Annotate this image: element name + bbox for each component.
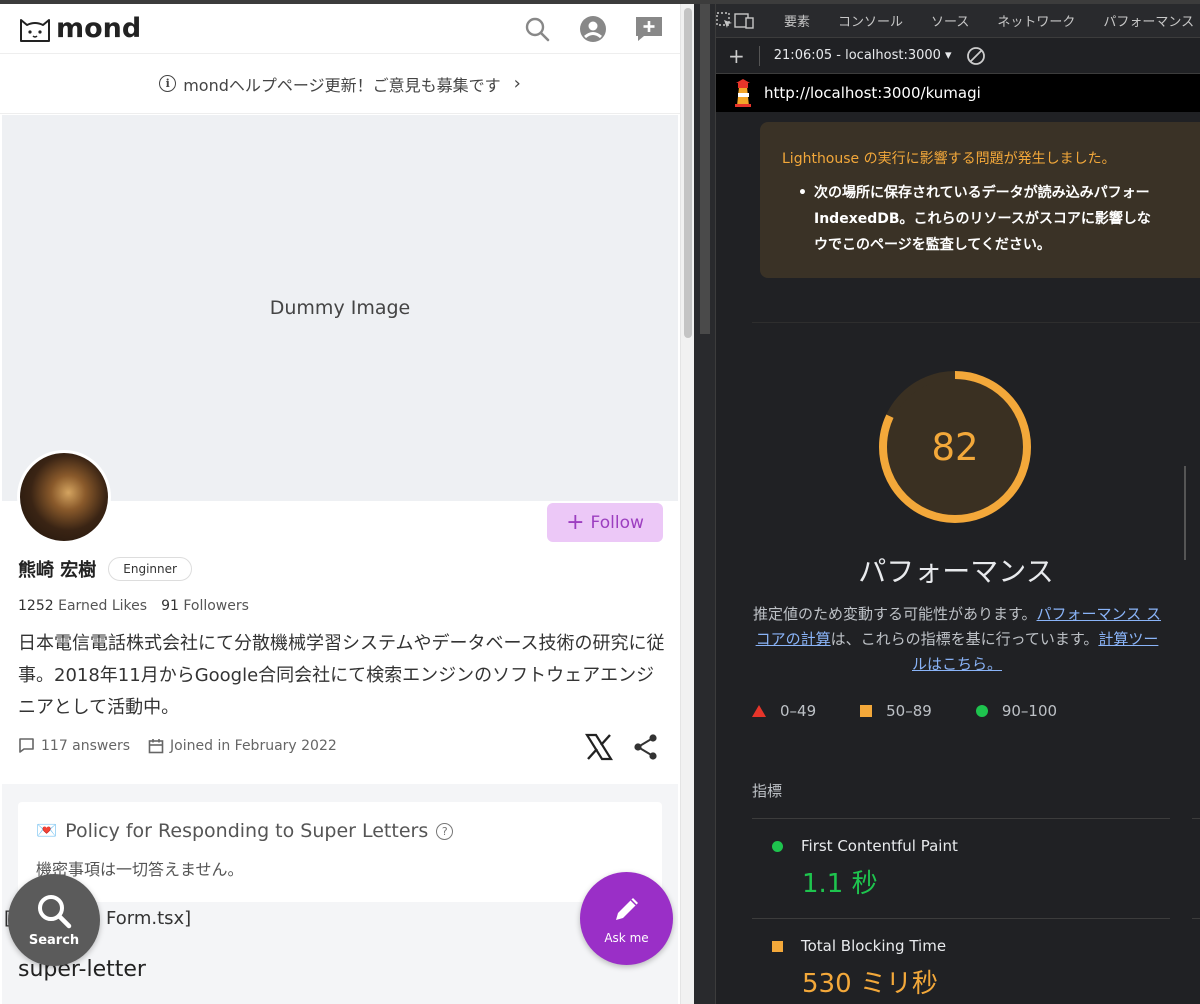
metrics-heading: 指標 <box>752 782 783 800</box>
metric-value: 530 ミリ秒 <box>802 969 938 999</box>
app-scrollbar[interactable] <box>680 4 694 1004</box>
warning-title: Lighthouse の実行に影響する問題が発生しました。 <box>782 151 1116 167</box>
share-icon[interactable] <box>632 733 660 761</box>
notice-text: mondヘルプページ更新！ご意見も募集です <box>183 75 501 95</box>
tab-sources[interactable]: ソース <box>917 11 983 30</box>
new-post-icon[interactable] <box>632 12 666 46</box>
policy-body: 機密事項は一切答えません。 <box>36 860 244 879</box>
lighthouse-toolbar: + 21:06:05 - localhost:3000 ▾ <box>716 38 1200 74</box>
report-url-bar: http://localhost:3000/kumagi <box>716 74 1200 112</box>
lighthouse-warning: Lighthouse の実行に影響する問題が発生しました。 次の場所に保存されて… <box>760 122 1200 278</box>
profile-bio: 日本電信電話株式会社にて分散機械学習システムやデータベース技術の研究に従事。20… <box>18 633 665 718</box>
earned-likes: 1252 Earned Likes <box>18 598 148 614</box>
followers-count[interactable]: 91 Followers <box>161 598 249 614</box>
search-icon[interactable] <box>520 12 554 46</box>
app-content: mond i mondヘルプページ更新！ご意見も募集です › Dummy Ima… <box>0 4 680 1004</box>
category-title: パフォーマンス <box>858 555 1054 588</box>
score-description: 推定値のため変動する可能性があります。パフォーマンス スコアの計算は、これらの指… <box>753 605 1161 673</box>
help-notice-banner[interactable]: i mondヘルプページ更新！ご意見も募集です › <box>0 54 680 114</box>
x-twitter-icon[interactable] <box>584 732 614 762</box>
tab-network[interactable]: ネットワーク <box>983 11 1089 30</box>
metric-first-contentful-paint: First Contentful Paint 1.1 秒 <box>772 837 958 900</box>
warning-detail: 次の場所に保存されているデータが読み込みパフォー IndexedDB。これらのリ… <box>798 180 1200 258</box>
cat-logo-icon <box>20 18 50 42</box>
devtools-tab-bar: 要素 コンソール ソース ネットワーク パフォーマンス <box>716 4 1200 38</box>
profile-tag[interactable]: Enginner <box>108 557 192 581</box>
devtools-panel: 要素 コンソール ソース ネットワーク パフォーマンス + 21:06:05 -… <box>694 4 1200 1004</box>
score-legend: 0–49 50–89 90–100 <box>752 702 1192 720</box>
follow-button[interactable]: + Follow <box>547 503 663 542</box>
ask-me-label: Ask me <box>604 930 649 945</box>
clear-icon[interactable] <box>966 46 986 66</box>
logo[interactable]: mond <box>18 13 141 44</box>
answers-count: 117 answers <box>18 737 130 754</box>
calendar-icon <box>148 738 164 753</box>
mond-app: mond i mondヘルプページ更新！ご意見も募集です › Dummy Ima… <box>0 4 694 1004</box>
metric-value: 1.1 秒 <box>802 869 878 899</box>
info-icon: i <box>159 75 177 92</box>
profile-name: 熊崎 宏樹 <box>18 560 97 581</box>
tab-console[interactable]: コンソール <box>824 11 917 30</box>
report-url: http://localhost:3000/kumagi <box>764 84 981 102</box>
app-header: mond <box>0 4 680 54</box>
policy-title: Policy for Responding to Super Letters <box>65 820 429 842</box>
joined-date: Joined in February 2022 <box>148 738 337 754</box>
search-fab[interactable]: Search <box>8 874 100 966</box>
devtools-scrollbar[interactable] <box>694 4 716 1004</box>
search-icon <box>38 895 72 929</box>
metric-total-blocking-time: Total Blocking Time 530 ミリ秒 <box>772 937 946 1000</box>
logo-text: mond <box>56 13 142 44</box>
comment-icon <box>19 738 34 753</box>
help-icon[interactable]: ? <box>436 822 454 840</box>
tab-elements[interactable]: 要素 <box>770 11 824 30</box>
pass-dot-icon <box>772 840 783 852</box>
ask-me-fab[interactable]: Ask me <box>580 872 673 965</box>
plus-icon: + <box>566 509 585 535</box>
inspect-element-icon[interactable] <box>716 11 734 30</box>
love-letter-icon: 💌 <box>36 821 58 841</box>
pencil-icon <box>615 897 638 920</box>
legend-fail: 0–49 <box>752 702 816 720</box>
profile-stats: 1252 Earned Likes 91 Followers <box>18 598 249 614</box>
account-icon[interactable] <box>576 12 610 46</box>
follow-label: Follow <box>590 512 644 533</box>
device-toolbar-icon[interactable] <box>734 12 754 30</box>
cover-image: Dummy Image <box>2 115 678 501</box>
cover-label: Dummy Image <box>269 297 411 319</box>
avatar[interactable] <box>17 450 111 544</box>
report-selector[interactable]: 21:06:05 - localhost:3000 ▾ <box>774 48 952 63</box>
new-report-icon[interactable]: + <box>728 44 745 68</box>
super-letter-policy-card: 💌 Policy for Responding to Super Letters… <box>18 802 662 902</box>
chevron-right-icon: › <box>513 73 521 94</box>
performance-score: 82 <box>931 425 979 469</box>
average-square-icon <box>772 940 783 952</box>
tab-performance[interactable]: パフォーマンス <box>1089 11 1200 30</box>
legend-average: 50–89 <box>860 702 932 720</box>
legend-pass: 90–100 <box>975 702 1057 720</box>
lighthouse-icon <box>735 79 751 107</box>
search-fab-label: Search <box>28 933 80 948</box>
